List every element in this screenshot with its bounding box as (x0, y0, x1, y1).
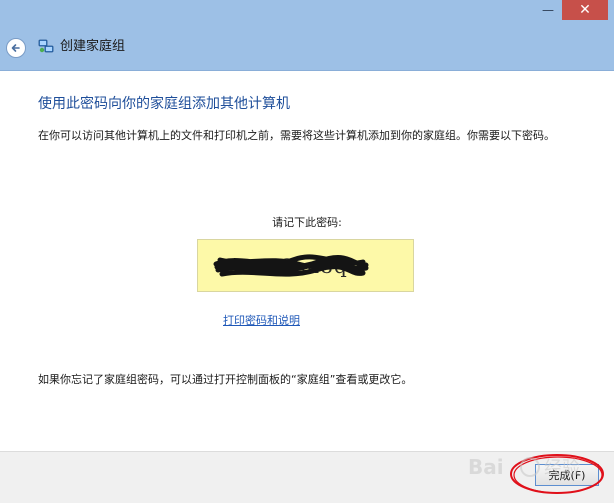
homegroup-network-icon (38, 39, 54, 53)
window-title: 创建家庭组 (60, 39, 126, 54)
password-box: xxxxx2su8q (197, 239, 414, 292)
main-content: 使用此密码向你的家庭组添加其他计算机 在你可以访问其他计算机上的文件和打印机之前… (0, 71, 614, 451)
description-text: 在你可以访问其他计算机上的文件和打印机之前，需要将这些计算机添加到你的家庭组。你… (38, 129, 555, 142)
back-arrow-icon (11, 44, 20, 52)
finish-button[interactable]: 完成(F) (535, 464, 599, 486)
page-heading: 使用此密码向你的家庭组添加其他计算机 (38, 96, 290, 112)
close-button[interactable]: ✕ (562, 0, 608, 20)
title-bar: — ✕ 创建家庭组 (0, 0, 614, 71)
window-controls: — ✕ (534, 0, 608, 22)
print-password-link[interactable]: 打印密码和说明 (223, 312, 300, 328)
close-icon: ✕ (579, 2, 591, 18)
redaction-scribble (213, 254, 369, 277)
minimize-icon: — (542, 3, 554, 17)
command-bar: 完成(F) (0, 451, 614, 503)
password-label: 请记下此密码: (272, 216, 342, 229)
minimize-button[interactable]: — (534, 0, 562, 20)
back-button[interactable] (6, 38, 26, 58)
forgot-password-note: 如果你忘记了家庭组密码，可以通过打开控制面板的“家庭组”查看或更改它。 (38, 373, 413, 386)
